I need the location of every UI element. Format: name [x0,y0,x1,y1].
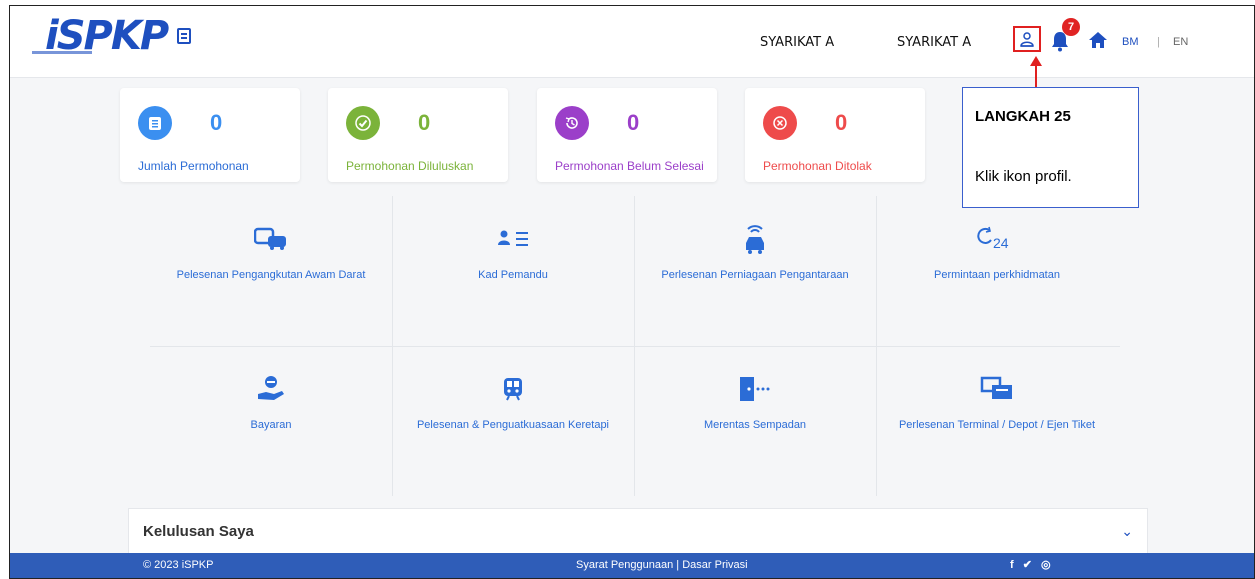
footer-links[interactable]: Syarat Penggunaan | Dasar Privasi [576,559,748,571]
app-frame: iSPKP SYARIKAT A SYARIKAT A 7 BM | EN 0 … [9,5,1255,579]
clipboard-icon [138,106,172,140]
service-tile-railway[interactable]: Pelesenan & Penguatkuasaan Keretapi [392,346,634,486]
stat-value: 0 [210,110,223,135]
service-label: Permintaan perkhidmatan [934,269,1060,281]
stat-label: Permohonan Ditolak [763,159,872,173]
services-grid: Pelesenan Pengangkutan Awam Darat Kad Pe… [150,196,1120,496]
logo-tagline [32,51,92,54]
ispkp-logo[interactable]: iSPKP [45,13,192,59]
connected-car-icon [634,224,876,254]
logo-text: iSPKP [45,13,169,59]
service-label: Perlesenan Perniagaan Pengantaraan [661,269,849,281]
user-profile-icon [1020,32,1034,47]
language-separator: | [1157,36,1160,48]
service-tile-land-transport[interactable]: Pelesenan Pengangkutan Awam Darat [150,196,392,336]
approvals-title: Kelulusan Saya [143,523,254,540]
stat-label: Permohonan Belum Selesai [555,159,704,173]
footer: © 2023 iSPKP Syarat Penggunaan | Dasar P… [10,553,1254,578]
stat-card-approved[interactable]: 0 Permohonan Diluluskan [328,88,508,182]
vehicles-icon [150,224,392,254]
svg-text:24: 24 [993,235,1009,251]
driver-card-icon [392,224,634,254]
service-label: Kad Pemandu [478,269,548,281]
service-label: Merentas Sempadan [703,419,807,431]
terminal-icon [876,374,1118,404]
stat-value: 0 [835,110,848,135]
service-label: Pelesenan & Penguatkuasaan Keretapi [416,419,610,431]
cancel-icon [763,106,797,140]
stat-value: 0 [627,110,640,135]
document-icon[interactable] [177,28,192,44]
payment-hand-icon [150,374,392,404]
stat-card-rejected[interactable]: 0 Permohonan Ditolak [745,88,925,182]
service-tile-payment[interactable]: Bayaran [150,346,392,486]
annotation-arrow-head [1030,56,1042,66]
service-label: Pelesenan Pengangkutan Awam Darat [176,269,366,281]
stat-value: 0 [418,110,431,135]
profile-button[interactable] [1013,26,1041,52]
company-name-1[interactable]: SYARIKAT A [760,35,834,50]
service-tile-driver-card[interactable]: Kad Pemandu [392,196,634,336]
language-en-link[interactable]: EN [1173,36,1188,48]
service-tile-terminal[interactable]: Perlesenan Terminal / Depot / Ejen Tiket [876,346,1118,486]
stat-label: Permohonan Diluluskan [346,159,474,173]
home-icon[interactable] [1088,31,1108,49]
service-label: Bayaran [250,419,292,431]
stat-label: Jumlah Permohonan [138,159,249,173]
check-icon [346,106,380,140]
language-bm-link[interactable]: BM [1122,36,1139,48]
border-crossing-icon [634,374,876,404]
instruction-callout: LANGKAH 25 Klik ikon profil. [962,87,1139,208]
service-tile-border-crossing[interactable]: Merentas Sempadan [634,346,876,486]
stat-card-pending[interactable]: 0 Permohonan Belum Selesai [537,88,717,182]
top-header: iSPKP SYARIKAT A SYARIKAT A 7 BM | EN [10,6,1254,78]
social-icons[interactable]: f ✔ ◎ [1010,558,1054,571]
stat-card-total[interactable]: 0 Jumlah Permohonan [120,88,300,182]
callout-body: Klik ikon profil. [975,168,1072,185]
service-tile-intermediary[interactable]: Perlesenan Perniagaan Pengantaraan [634,196,876,336]
notification-count-badge: 7 [1062,18,1080,36]
company-name-2[interactable]: SYARIKAT A [897,35,971,50]
history-icon [555,106,589,140]
train-icon [392,374,634,404]
callout-title: LANGKAH 25 [975,108,1071,125]
service-label: Perlesenan Terminal / Depot / Ejen Tiket [898,419,1096,431]
service-tile-service-request[interactable]: 24 Permintaan perkhidmatan [876,196,1118,336]
chevron-down-icon[interactable]: ⌄ [1121,523,1133,540]
annotation-arrow [1035,64,1037,88]
approvals-panel[interactable]: Kelulusan Saya ⌄ [128,508,1148,554]
service-24-icon: 24 [876,224,1118,254]
footer-copyright: © 2023 iSPKP [143,559,214,571]
